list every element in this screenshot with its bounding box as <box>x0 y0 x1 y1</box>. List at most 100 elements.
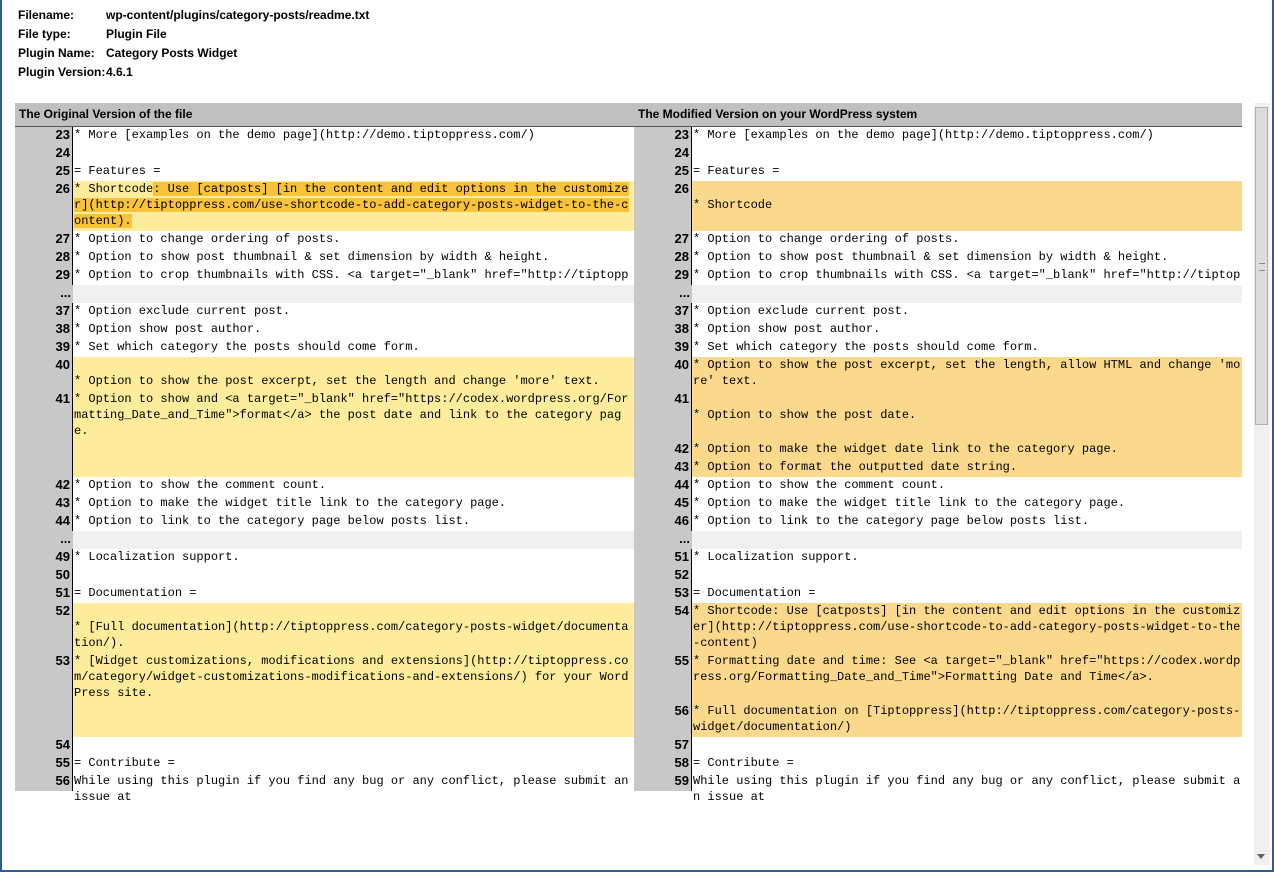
line-number: 38 <box>55 321 70 336</box>
line-number: 56 <box>55 773 70 788</box>
diff-row: 42 * Option to show the comment count. 44 *… <box>15 477 1242 495</box>
code-text: * Option to show post thumbnail & set di… <box>693 250 1169 264</box>
line-number: 44 <box>674 477 689 492</box>
code-text: * Option to link to the category page be… <box>74 514 471 528</box>
line-number-column: 27 <box>634 231 692 249</box>
code-text: * Full documentation on [Tiptoppress](ht… <box>693 704 1241 734</box>
line-number: 52 <box>674 567 689 582</box>
code-line: = Features = <box>74 163 634 181</box>
code-text: * More [examples on the demo page](http:… <box>74 128 535 142</box>
line-content: * Option show post author. <box>692 321 1242 339</box>
line-content: * Option to crop thumbnails with CSS. <a… <box>73 267 634 298</box>
code-text: * More [examples on the demo page](http:… <box>693 128 1154 142</box>
original-cell: 54 <box>15 737 634 755</box>
scrollbar-thumb[interactable] <box>1255 107 1268 425</box>
line-number-column: 44 <box>15 513 73 531</box>
original-cell: 38 * Option show post author. <box>15 321 634 339</box>
line-number: 41 <box>55 391 70 406</box>
modified-cell: 45 * Option to make the widget title link… <box>634 495 1242 513</box>
original-cell: 28 * Option to show post thumbnail & set … <box>15 249 634 267</box>
line-number-column: 45 <box>634 495 692 513</box>
scroll-down-icon[interactable] <box>1257 854 1265 859</box>
line-content: While using this plugin if you find any … <box>692 773 1242 804</box>
line-number: 59 <box>674 773 689 788</box>
line-content: = Features = <box>73 163 634 181</box>
original-cell: 43 * Option to make the widget title link… <box>15 495 634 513</box>
line-content <box>73 145 634 163</box>
modified-cell: 27 * Option to change ordering of posts. <box>634 231 1242 249</box>
code-text: * Option to make the widget date link to… <box>693 442 1118 456</box>
filetype-label: File type: <box>18 27 71 41</box>
line-number: 46 <box>674 513 689 528</box>
diff-gap-row: ...... <box>15 285 1242 303</box>
code-text: * Option to show the comment count. <box>74 478 327 492</box>
line-content <box>73 285 634 303</box>
code-text: * Option to make the widget title link t… <box>693 496 1126 510</box>
code-line: * Option show post author. <box>74 321 634 339</box>
diff-row: 55 = Contribute = 58 = Contribute = <box>15 755 1242 773</box>
line-number-column: 43 <box>15 495 73 513</box>
filename-row: Filename: wp-content/plugins/category-pos… <box>18 6 369 25</box>
diff-row: 49 * Localization support. 51 * Localizatio… <box>15 549 1242 567</box>
line-number: 24 <box>674 145 689 160</box>
line-number: 26 <box>55 181 70 196</box>
line-content: * Option to make the widget title link t… <box>692 495 1242 513</box>
line-content: * Set which category the posts should co… <box>692 339 1242 357</box>
code-line: * Option to show the post date. <box>693 391 1242 441</box>
line-number: 42 <box>674 441 689 456</box>
line-content: * Option exclude current post. <box>692 303 1242 321</box>
code-text: * Option to change ordering of posts. <box>74 232 341 246</box>
code-line: * [Full documentation](http://tiptoppres… <box>74 603 634 653</box>
line-number-column: 40 41 42 43 <box>634 357 692 477</box>
diff-row: 29 * Option to crop thumbnails with CSS. … <box>15 267 1242 298</box>
code-line: * Shortcode: Use [catposts] [in the cont… <box>74 181 634 231</box>
line-number-column: 50 <box>15 567 73 585</box>
diff-row: 38 * Option show post author. 38 * Option s… <box>15 321 1242 339</box>
code-line: = Documentation = <box>693 585 1242 603</box>
line-number: 54 <box>674 603 689 618</box>
original-cell: 55 = Contribute = <box>15 755 634 773</box>
line-number: 41 <box>674 391 689 406</box>
line-number: 42 <box>55 477 70 492</box>
code-line: * Option to show the comment count. <box>693 477 1242 495</box>
code-text: = Documentation = <box>693 586 816 600</box>
diff-row: 56 While using this plugin if you find an… <box>15 773 1242 804</box>
line-number-column: 29 <box>634 267 692 285</box>
line-number: 43 <box>55 495 70 510</box>
diff-row: 25 = Features = 25 = Features = <box>15 163 1242 181</box>
code-text: * [Full documentation](http://tiptoppres… <box>74 620 629 650</box>
original-cell: 49 * Localization support. <box>15 549 634 567</box>
line-number-column: 37 <box>15 303 73 321</box>
original-cell: 50 <box>15 567 634 585</box>
code-text: = Features = <box>74 164 161 178</box>
line-content: * More [examples on the demo page](http:… <box>73 127 634 145</box>
original-cell: 44 * Option to link to the category page … <box>15 513 634 531</box>
line-number: 26 <box>674 181 689 196</box>
line-number: ... <box>60 531 71 546</box>
modified-cell: 23 * More [examples on the demo page](htt… <box>634 127 1242 145</box>
vertical-scrollbar[interactable] <box>1254 103 1270 865</box>
line-number-column: 25 <box>634 163 692 181</box>
line-number-column: ... <box>634 285 692 303</box>
code-line: * Set which category the posts should co… <box>693 339 1242 357</box>
code-text: * Shortcode: Use [catposts] [in the cont… <box>693 604 1241 650</box>
original-cell: 40 41 * Option to show the post excerpt, … <box>15 357 634 477</box>
code-text: * Option to link to the category page be… <box>693 514 1090 528</box>
code-text: * Localization support. <box>693 550 859 564</box>
code-text: * Option exclude current post. <box>693 304 910 318</box>
modified-cell: ... <box>634 531 1242 549</box>
line-number: ... <box>60 285 71 300</box>
line-number: 38 <box>674 321 689 336</box>
line-number: 40 <box>674 357 689 372</box>
original-cell: 24 <box>15 145 634 163</box>
diff-header: The Original Version of the file The Mod… <box>15 103 1242 127</box>
diff-row: 39 * Set which category the posts should … <box>15 339 1242 357</box>
line-number-column: 55 <box>15 755 73 773</box>
line-content: = Documentation = <box>73 585 634 603</box>
line-number: 54 <box>55 737 70 752</box>
line-content: * Localization support. <box>692 549 1242 567</box>
line-number: 37 <box>674 303 689 318</box>
